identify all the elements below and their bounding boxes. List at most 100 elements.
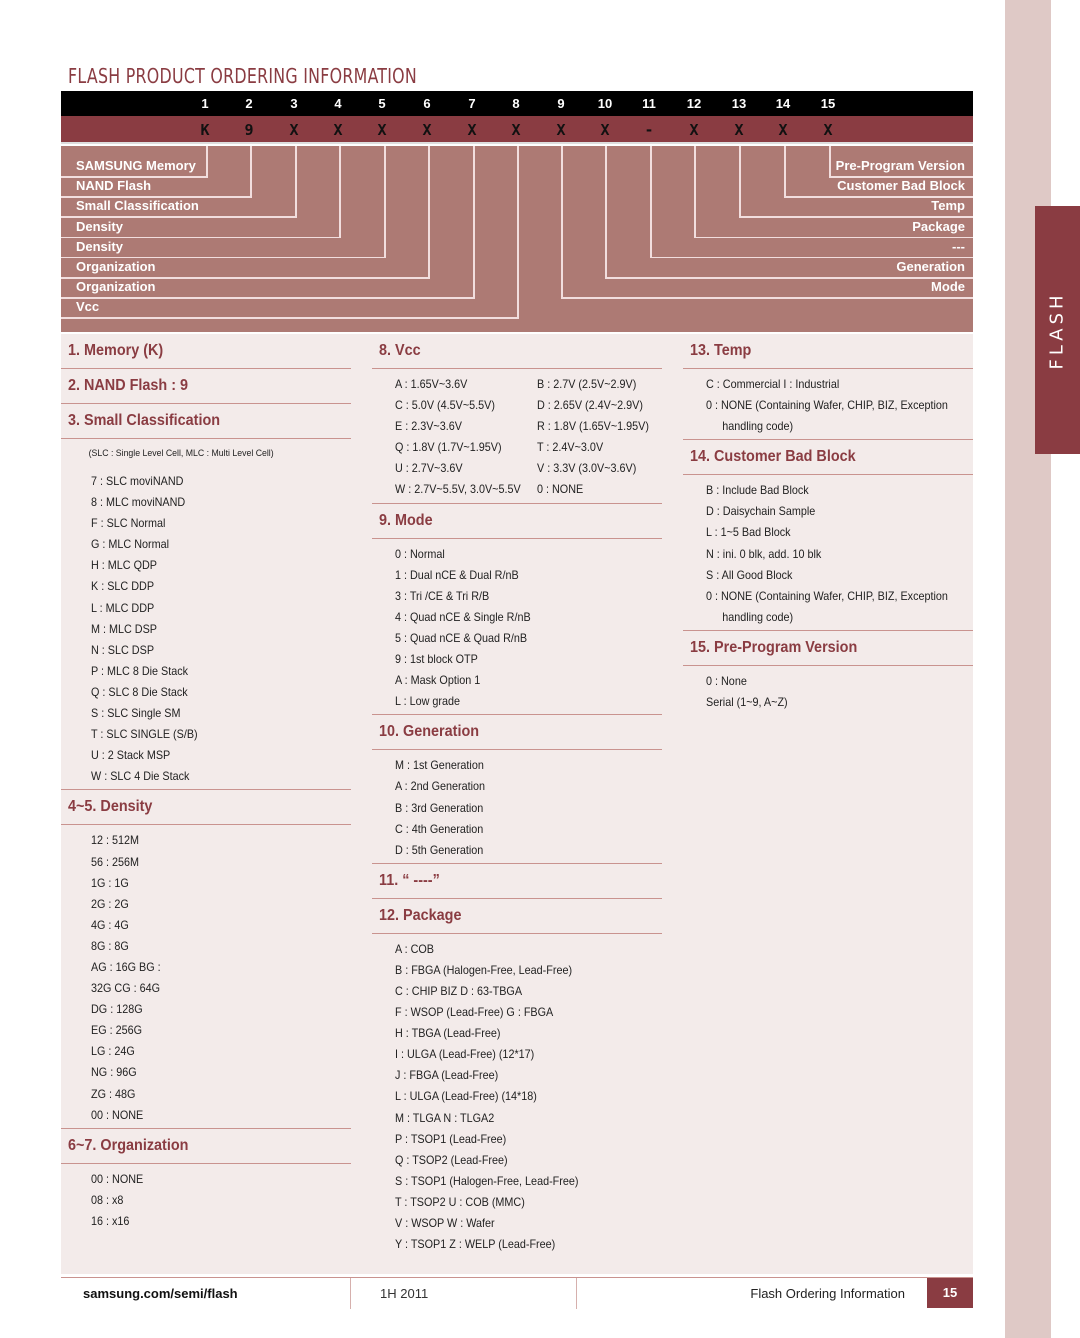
list-item: handling code) xyxy=(722,609,794,624)
page-title: FLASH PRODUCT ORDERING INFORMATION xyxy=(68,64,417,88)
list-item: B : FBGA (Halogen-Free, Lead-Free) xyxy=(395,962,573,977)
list-item: Serial (1~9, A~Z) xyxy=(706,695,788,710)
legend-bracket-line xyxy=(561,146,563,299)
code-character-row: K 9 X X X X X X X X - X X X X xyxy=(61,116,973,144)
code-character: K xyxy=(200,121,210,139)
legend-bracket-line xyxy=(428,146,430,279)
list-item: I : ULGA (Lead-Free) (12*17) xyxy=(395,1047,535,1062)
legend-bracket-line xyxy=(339,146,341,239)
list-item: S : TSOP1 (Halogen-Free, Lead-Free) xyxy=(395,1173,579,1188)
code-character: X xyxy=(734,121,744,139)
generation-list: M : 1st Generation A : 2nd Generation B : … xyxy=(372,750,662,864)
list-item: B : 2.7V (2.5V~2.9V) xyxy=(537,377,637,391)
list-item: L : Low grade xyxy=(395,694,461,709)
position-number: 11 xyxy=(642,96,656,111)
position-number-row: 1 2 3 4 5 6 7 8 9 10 11 12 13 14 15 xyxy=(61,91,973,116)
list-item: C : 4th Generation xyxy=(395,821,484,836)
legend-label-left: Organization xyxy=(76,279,156,295)
legend-label-left: Density xyxy=(76,238,123,254)
section-heading-pre-program-version: 15. Pre-Program Version xyxy=(683,631,973,666)
section-tab-flash: FLASH xyxy=(1035,206,1080,454)
list-item: C : CHIP BIZ D : 63-TBGA xyxy=(395,983,523,998)
code-character: X xyxy=(689,121,699,139)
list-item: N : SLC DSP xyxy=(91,642,155,657)
list-item: P : TSOP1 (Lead-Free) xyxy=(395,1131,507,1146)
small-classification-note: (SLC : Single Level Cell, MLC : Multi Le… xyxy=(88,448,274,459)
code-character: 9 xyxy=(244,121,254,139)
package-list: A : COB B : FBGA (Halogen-Free, Lead-Free… xyxy=(372,934,662,1257)
legend-label-right: Mode xyxy=(931,279,965,295)
density-list: 12 : 512M 56 : 256M 1G : 1G 2G : 2G 4G : 4G 8… xyxy=(61,825,351,1129)
temp-list: C : Commercial I : Industrial 0 : NONE (C… xyxy=(683,369,973,441)
position-number: 1 xyxy=(201,96,209,111)
legend-bracket-line xyxy=(739,146,741,218)
list-item: 12 : 512M xyxy=(91,833,140,848)
position-number: 5 xyxy=(378,96,386,111)
code-character: X xyxy=(556,121,566,139)
position-number: 6 xyxy=(423,96,431,111)
legend-label-left: Vcc xyxy=(76,299,100,315)
legend-bracket-line xyxy=(61,317,517,319)
legend-bracket-line xyxy=(206,146,208,178)
section-heading-package: 12. Package xyxy=(372,899,662,934)
section-heading-dash: 11. “ ----” xyxy=(372,864,662,899)
small-classification-list: 7 : SLC moviNAND 8 : MLC moviNAND F : SLC … xyxy=(61,471,351,791)
position-number: 4 xyxy=(334,96,342,111)
customer-bad-block-list: B : Include Bad Block D : Daisychain Samp… xyxy=(683,475,973,631)
code-character: X xyxy=(467,121,477,139)
list-item: 56 : 256M xyxy=(91,854,140,869)
legend-bracket-line xyxy=(694,146,696,239)
legend-bracket-line xyxy=(250,146,252,198)
list-item: 2G : 2G xyxy=(91,896,129,911)
list-item: 3 : Tri /CE & Tri R/B xyxy=(395,588,490,603)
list-item: A : Mask Option 1 xyxy=(395,673,481,688)
legend-label-right: Customer Bad Block xyxy=(837,178,965,194)
list-item: 1G : 1G xyxy=(91,875,129,890)
mode-list: 0 : Normal 1 : Dual nCE & Dual R/nB 3 : Tr… xyxy=(372,539,662,716)
legend-bracket-line xyxy=(694,236,973,239)
legend-bracket-line xyxy=(784,146,786,198)
list-item: T : TSOP2 U : COB (MMC) xyxy=(395,1194,525,1209)
list-item: 0 : None xyxy=(706,673,747,688)
content-panel: 1. Memory (K) 2. NAND Flash : 9 3. Small… xyxy=(61,334,973,1274)
footer-url-link[interactable]: samsung.com/semi/flash xyxy=(83,1286,238,1301)
legend-bracket-line xyxy=(473,146,475,299)
list-item: V : WSOP W : Wafer xyxy=(395,1216,495,1230)
legend-label-right: Package xyxy=(912,218,965,234)
list-item: 5 : Quad nCE & Quad R/nB xyxy=(395,630,528,645)
legend-label-right: Temp xyxy=(931,198,965,214)
list-item: 0 : NONE xyxy=(537,482,584,497)
list-item: J : FBGA (Lead-Free) xyxy=(395,1068,499,1083)
position-number: 15 xyxy=(820,96,836,111)
vcc-list: A : 1.65V~3.6V B : 2.7V (2.5V~2.9V) C : 5.… xyxy=(372,369,662,504)
list-item: S : All Good Block xyxy=(706,567,793,582)
page-footer: samsung.com/semi/flash 1H 2011 Flash Ord… xyxy=(61,1277,973,1309)
pre-program-version-list: 0 : None Serial (1~9, A~Z) xyxy=(683,666,973,715)
list-item: 32G CG : 64G xyxy=(91,981,161,996)
list-item: Q : TSOP2 (Lead-Free) xyxy=(395,1152,508,1167)
section-heading-generation: 10. Generation xyxy=(372,715,662,751)
section-heading-nand-flash: 2. NAND Flash : 9 xyxy=(61,369,351,404)
footer-period: 1H 2011 xyxy=(380,1286,429,1301)
section-heading-vcc: 8. Vcc xyxy=(372,334,662,369)
list-item: W : 2.7V~5.5V, 3.0V~5.5V xyxy=(395,482,521,497)
legend-label-left: Density xyxy=(76,218,123,234)
section-heading-memory: 1. Memory (K) xyxy=(61,334,351,369)
legend-bracket-line xyxy=(295,146,297,218)
list-item: 08 : x8 xyxy=(91,1192,124,1207)
section-heading-customer-bad-block: 14. Customer Bad Block xyxy=(683,440,973,476)
code-legend-diagram: SAMSUNG Memory NAND Flash Small Classifica… xyxy=(61,146,973,332)
list-item: 7 : SLC moviNAND xyxy=(91,474,184,488)
list-item: B : 3rd Generation xyxy=(395,800,484,815)
list-item: V : 3.3V (3.0V~3.6V) xyxy=(537,461,637,476)
list-item: EG : 256G xyxy=(91,1023,143,1038)
section-heading-small-classification: 3. Small Classification xyxy=(61,404,351,439)
list-item: A : 1.65V~3.6V xyxy=(395,377,468,391)
list-item: F : SLC Normal xyxy=(91,516,166,531)
list-item: T : SLC SINGLE (S/B) xyxy=(91,727,198,742)
list-item: R : 1.8V (1.65V~1.95V) xyxy=(537,419,649,434)
list-item: NG : 96G xyxy=(91,1065,137,1080)
position-number: 13 xyxy=(731,96,747,111)
legend-label-right: Generation xyxy=(896,259,965,274)
position-number: 8 xyxy=(512,96,520,111)
